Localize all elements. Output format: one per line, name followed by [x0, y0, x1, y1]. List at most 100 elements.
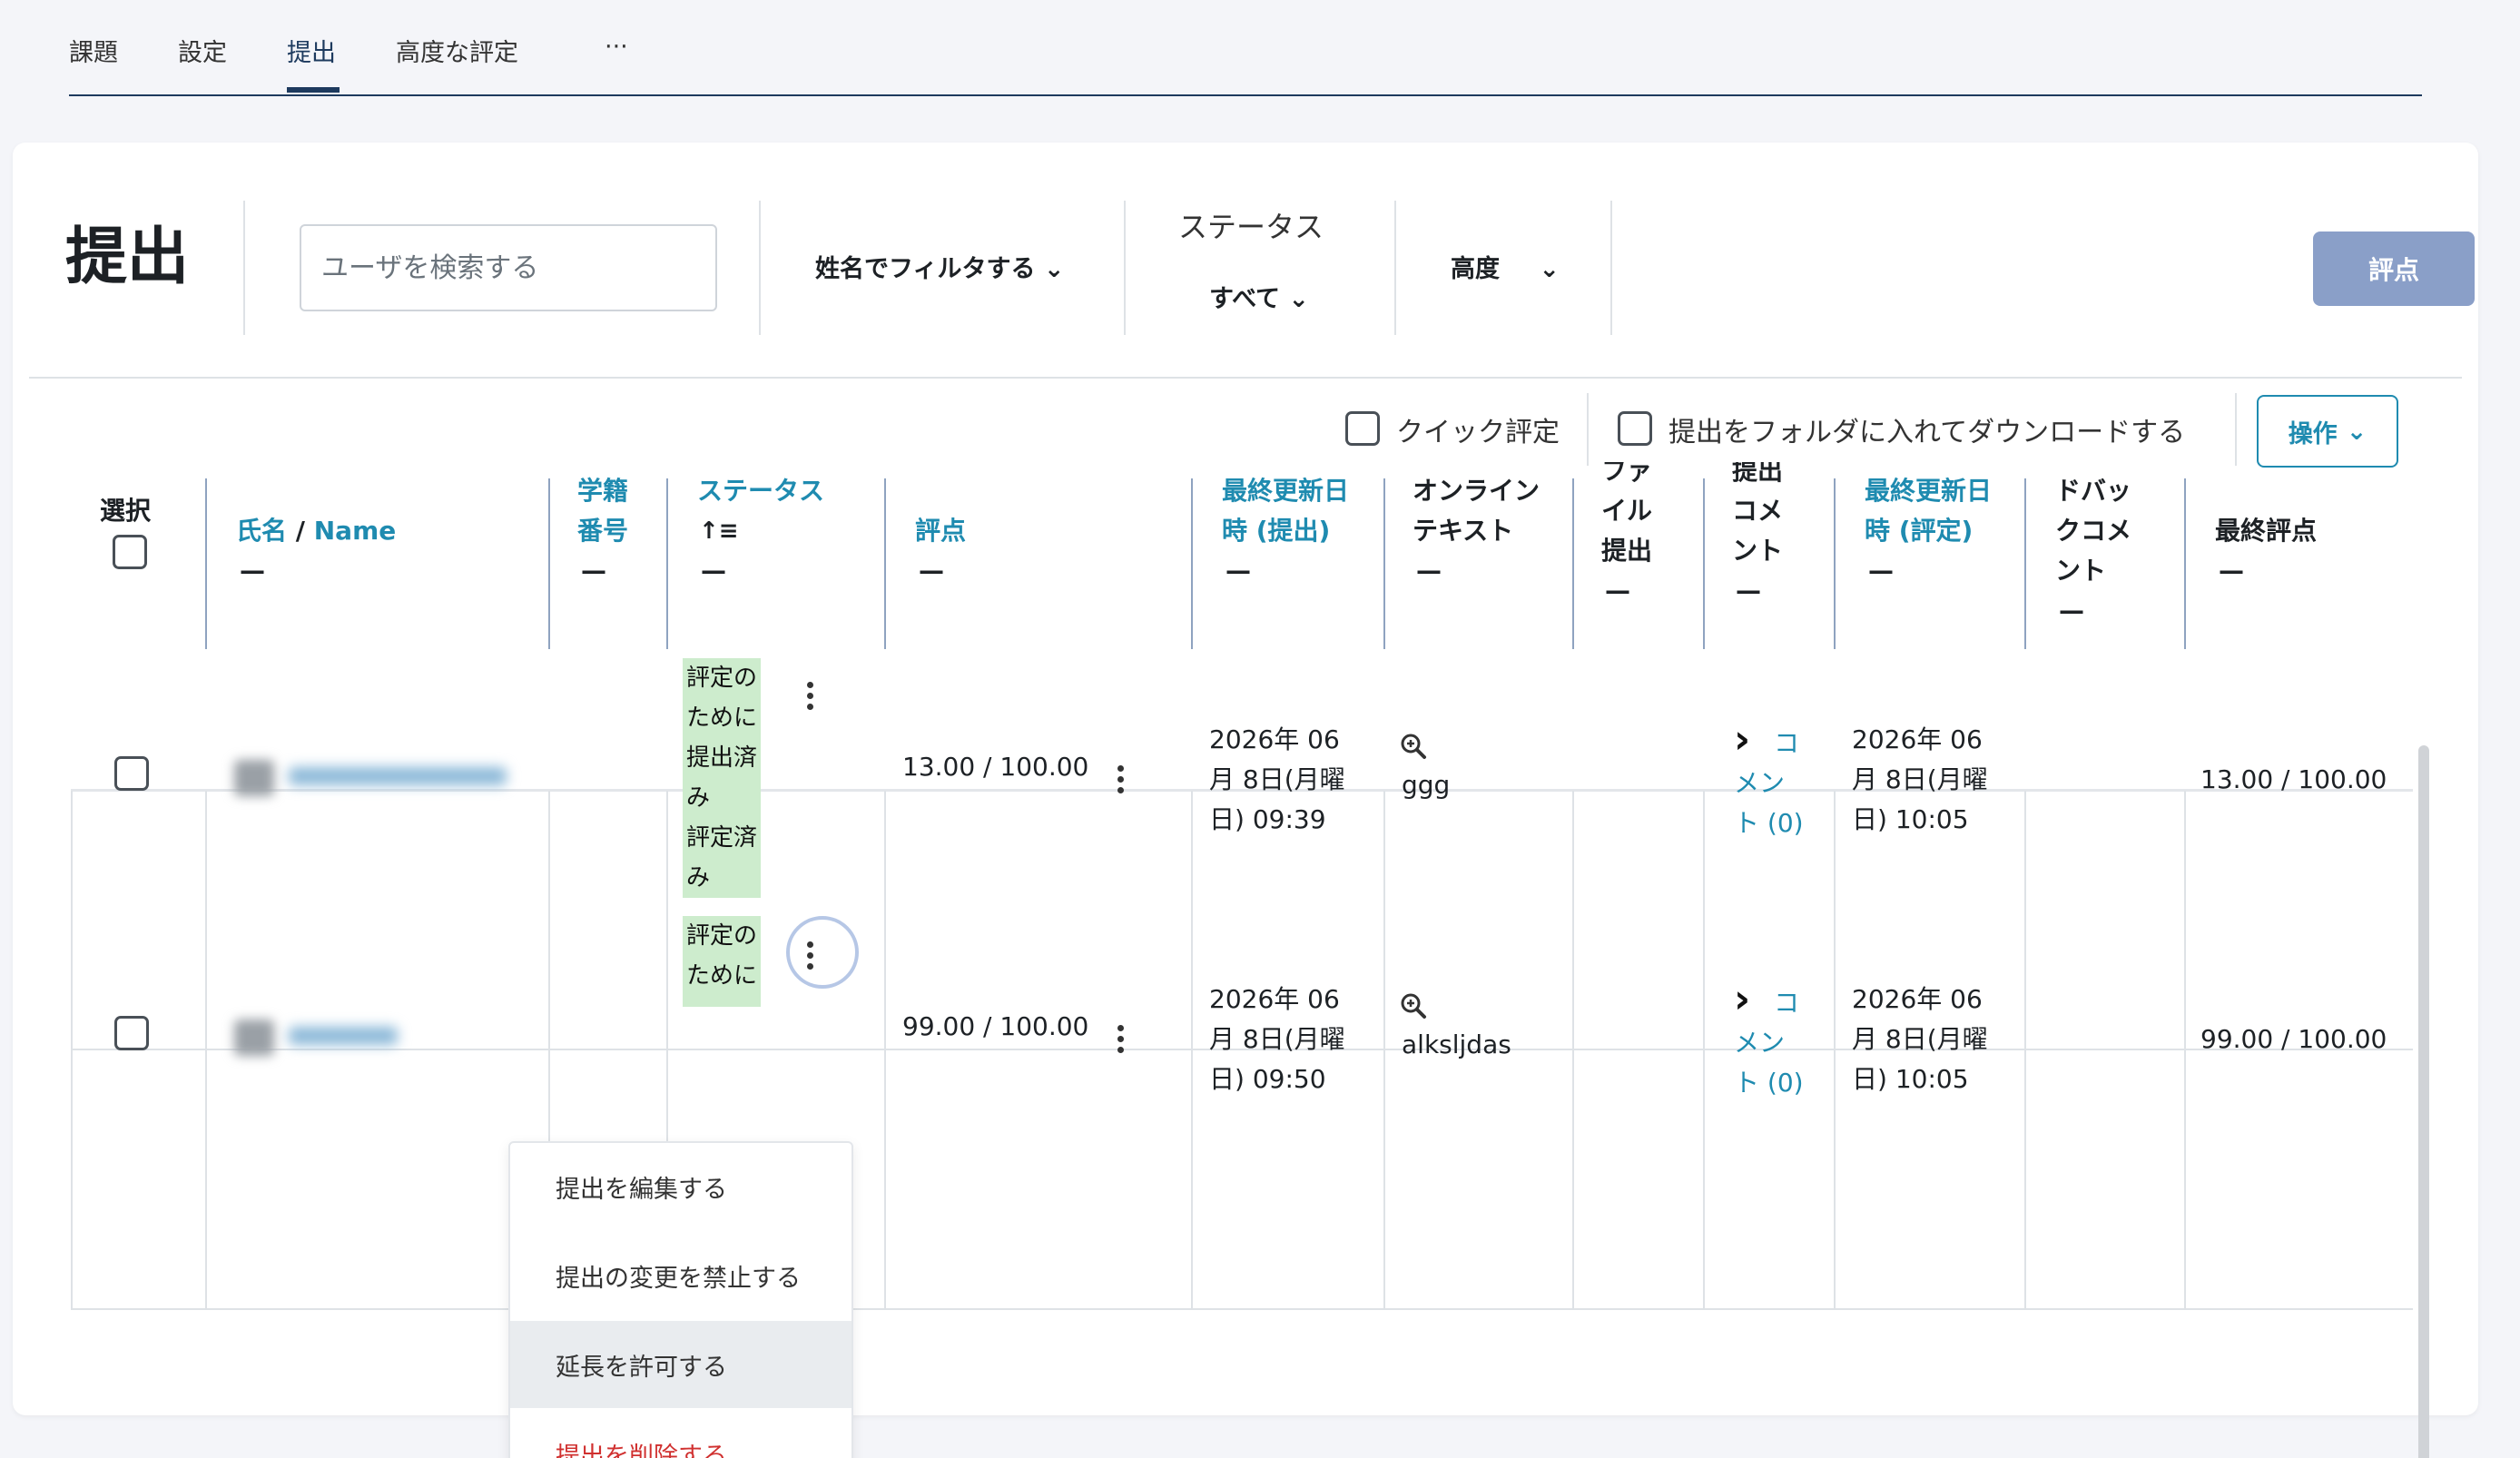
collapse-column-icon[interactable]: — — [2219, 551, 2244, 591]
divider — [2235, 393, 2237, 466]
user-name-link[interactable] — [289, 1027, 398, 1045]
column-header-online-text: オンライン テキスト — [1413, 471, 1540, 551]
chevron-down-icon: ⌄ — [1539, 255, 1560, 283]
tab-settings[interactable]: 設定 — [178, 33, 227, 68]
user-name-link[interactable] — [289, 767, 507, 785]
column-divider — [205, 791, 207, 1308]
avatar — [234, 760, 274, 796]
collapse-column-icon[interactable]: — — [919, 551, 944, 591]
comment-line: ト (0) — [1734, 1068, 1804, 1098]
quick-grade-checkbox[interactable] — [1345, 411, 1380, 446]
advanced-filter-label: 高度 — [1451, 255, 1500, 283]
column-header-last-modified-submission[interactable]: 最終更新日 時 (提出) — [1222, 471, 1349, 551]
vertical-scrollbar[interactable] — [2418, 745, 2429, 1458]
chevron-right-icon[interactable]: › — [1734, 716, 1750, 763]
comment-line: コ — [1774, 988, 1800, 1018]
column-divider — [548, 478, 550, 649]
date-line: 月 8日(月曜 — [1209, 1024, 1345, 1054]
menu-item-grant-extension[interactable]: 延長を許可する — [510, 1321, 851, 1408]
header-line: クコメ — [2055, 516, 2132, 546]
menu-item-delete-submission[interactable]: 提出を削除する — [510, 1410, 851, 1458]
menu-item-edit-submission[interactable]: 提出を編集する — [510, 1143, 851, 1230]
user-search-input[interactable] — [300, 224, 717, 311]
collapse-column-icon[interactable]: — — [1416, 551, 1442, 591]
column-header-name[interactable]: 氏名 / Name — [236, 511, 396, 551]
collapse-column-icon[interactable]: — — [240, 551, 265, 591]
secondary-navigation: 課題 設定 提出 高度な評定 ··· — [69, 0, 2422, 96]
tab-advanced-grading[interactable]: 高度な評定 — [396, 33, 518, 68]
status-badge: 評定の ために — [683, 916, 762, 1007]
collapse-column-icon[interactable]: — — [1868, 551, 1894, 591]
tab-submissions[interactable]: 提出 — [287, 33, 336, 68]
header-line: イル — [1601, 496, 1653, 526]
status-line: 評定済 — [686, 824, 758, 852]
collapse-column-icon[interactable]: — — [1605, 571, 1630, 611]
row-actions-kebab-icon[interactable] — [805, 682, 814, 714]
submission-comments-link[interactable]: コ メン ト (0) — [1734, 983, 1804, 1103]
zoom-in-icon[interactable] — [1400, 992, 1427, 1020]
grade-menu-kebab-icon[interactable] — [1116, 765, 1125, 798]
collapse-column-icon[interactable]: — — [701, 551, 726, 591]
grade-menu-kebab-icon[interactable] — [1116, 1025, 1125, 1058]
active-tab-indicator — [287, 87, 340, 93]
row-select-checkbox[interactable] — [114, 1016, 149, 1050]
date-line: 日) 09:39 — [1209, 804, 1326, 834]
chevron-right-icon[interactable]: › — [1734, 976, 1750, 1022]
row-select-checkbox[interactable] — [114, 756, 149, 791]
collapse-column-icon[interactable]: — — [2059, 591, 2084, 631]
column-header-last-modified-grade[interactable]: 最終更新日 時 (評定) — [1865, 471, 1992, 551]
actions-dropdown-button[interactable]: 操作 ⌄ — [2257, 395, 2398, 468]
grade-button[interactable]: 評点 — [2313, 232, 2475, 306]
divider — [1124, 201, 1126, 335]
quick-grade-label: クイック評定 — [1396, 417, 1560, 448]
comment-line: メン — [1734, 1028, 1786, 1058]
name-filter-button[interactable]: 姓名でフィルタする ⌄ — [815, 249, 1064, 284]
zoom-in-icon[interactable] — [1400, 733, 1427, 760]
download-folders-label: 提出をフォルダに入れてダウンロードする — [1669, 417, 2186, 448]
column-divider — [1703, 478, 1705, 649]
column-divider — [2024, 791, 2026, 1308]
date-line: 日) 10:05 — [1852, 1064, 1969, 1094]
column-header-status[interactable]: ステータス — [697, 471, 824, 511]
header-line: 提出 — [1732, 456, 1784, 486]
column-header-select: 選択 — [100, 496, 152, 526]
idnumber-header-line: 学籍 — [577, 476, 629, 506]
column-header-grade[interactable]: 評点 — [915, 511, 966, 551]
status-filter-dropdown[interactable]: すべて ⌄ — [1209, 279, 1309, 314]
name-header-slash: / — [287, 516, 314, 546]
date-line: 日) 10:05 — [1852, 804, 1969, 834]
divider — [1587, 393, 1589, 466]
header-line: ドバッ — [2055, 476, 2132, 506]
column-header-idnumber[interactable]: 学籍 番号 — [577, 471, 628, 551]
advanced-filter-button[interactable]: 高度 ⌄ — [1451, 249, 1560, 284]
tab-assignment[interactable]: 課題 — [69, 33, 118, 68]
header-divider — [29, 377, 2462, 379]
header-line: ント — [1732, 536, 1784, 566]
date-line: 2026年 06 — [1852, 984, 1983, 1014]
collapse-column-icon[interactable]: — — [1736, 571, 1761, 611]
column-divider — [1383, 478, 1385, 649]
comment-line: メン — [1734, 768, 1786, 798]
select-all-checkbox[interactable] — [113, 535, 147, 569]
header-line: 最終更新日 — [1222, 476, 1350, 506]
column-header-feedback-comments: ドバッ クコメ ント — [2055, 471, 2131, 591]
tab-more[interactable]: ··· — [605, 33, 628, 61]
row-actions-kebab-icon[interactable] — [805, 941, 814, 974]
last-modified-grade: 2026年 06 月 8日(月曜 日) 10:05 — [1852, 720, 1988, 840]
submission-comments-link[interactable]: コ メン ト (0) — [1734, 724, 1804, 843]
status-line: み — [686, 864, 711, 892]
table-left-border — [71, 791, 73, 1308]
download-folders-checkbox[interactable] — [1618, 411, 1652, 446]
sort-ascending-icon[interactable]: ↑≡ — [699, 511, 739, 551]
collapse-column-icon[interactable]: — — [1226, 551, 1251, 591]
focus-ring — [786, 916, 859, 989]
column-divider — [1703, 791, 1705, 1308]
collapse-column-icon[interactable]: — — [581, 551, 606, 591]
comment-line: コ — [1774, 728, 1800, 758]
last-modified-submission: 2026年 06 月 8日(月曜 日) 09:50 — [1209, 980, 1345, 1099]
divider — [243, 201, 245, 335]
final-grade-value: 99.00 / 100.00 — [2200, 1024, 2387, 1054]
final-grade-value: 13.00 / 100.00 — [2200, 764, 2387, 794]
menu-item-lock-submission[interactable]: 提出の変更を禁止する — [510, 1232, 851, 1319]
comment-line: ト (0) — [1734, 808, 1804, 838]
